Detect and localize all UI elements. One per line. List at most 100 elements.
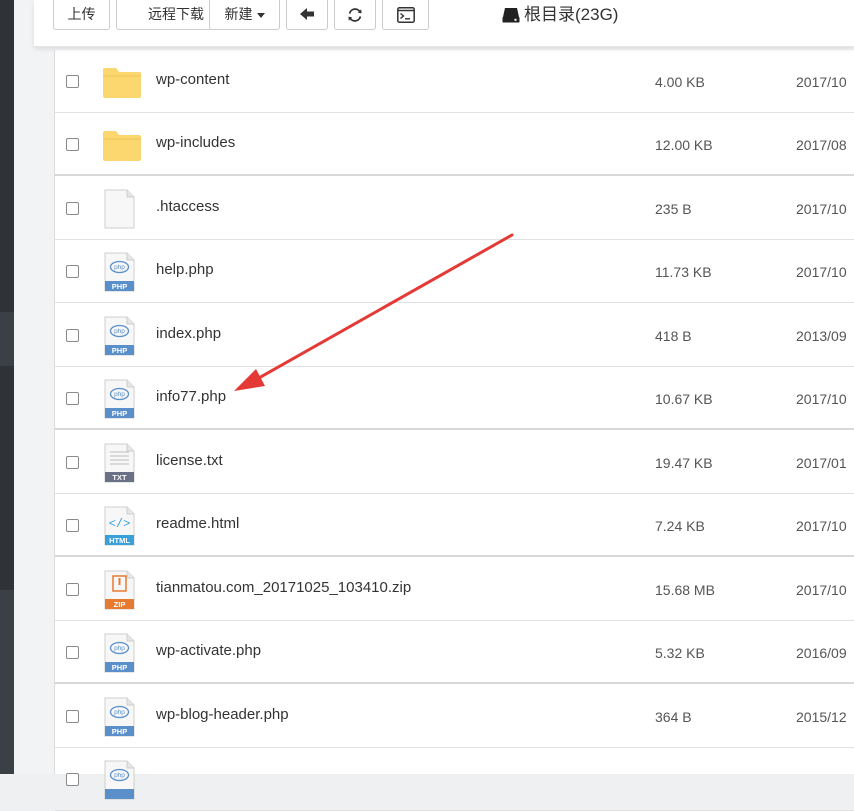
- svg-text:HTML: HTML: [109, 536, 130, 545]
- svg-text:</>: </>: [109, 517, 131, 531]
- folder-icon: [103, 131, 141, 161]
- zip-file-icon: ZIP: [104, 570, 135, 610]
- file-row[interactable]: ZIP tianmatou.com_20171025_103410.zip 15.6…: [55, 558, 854, 621]
- file-date: 2017/10: [796, 518, 847, 534]
- svg-text:php: php: [114, 264, 125, 271]
- file-row[interactable]: TXT license.txt 19.47 KB 2017/01: [55, 431, 854, 494]
- file-name[interactable]: help.php: [156, 261, 214, 278]
- php-file-icon: php PHP: [104, 697, 135, 737]
- file-date: 2016/09: [796, 645, 847, 661]
- svg-text:php: php: [114, 391, 125, 398]
- file-row[interactable]: php PHP info77.php 10.67 KB 2017/10: [55, 367, 854, 430]
- svg-text:php: php: [114, 709, 125, 716]
- file-size: 4.00 KB: [655, 74, 705, 90]
- file-size: 15.68 MB: [655, 582, 715, 598]
- file-checkbox[interactable]: [66, 75, 79, 88]
- file-date: 2017/10: [796, 264, 847, 280]
- php-file-icon: php PHP: [104, 316, 135, 356]
- sidebar-active-item[interactable]: [0, 312, 14, 366]
- sidebar-edge: [0, 0, 14, 774]
- hdd-icon: [502, 8, 520, 23]
- file-size: 10.67 KB: [655, 391, 713, 407]
- file-name[interactable]: wp-content: [156, 71, 229, 88]
- new-dropdown-button[interactable]: 新建: [209, 0, 280, 30]
- svg-text:php: php: [114, 645, 125, 652]
- file-name[interactable]: wp-blog-header.php: [156, 706, 289, 723]
- file-name[interactable]: readme.html: [156, 515, 239, 532]
- php-file-icon: php PHP: [104, 252, 135, 292]
- file-row[interactable]: php PHP wp-activate.php 5.32 KB 2016/09: [55, 621, 854, 684]
- file-date: 2017/01: [796, 455, 847, 471]
- file-list: wp-content 4.00 KB 2017/10 wp-includes 12.00…: [54, 50, 854, 811]
- svg-text:PHP: PHP: [112, 409, 127, 418]
- file-row[interactable]: php PHP help.php 11.73 KB 2017/10: [55, 240, 854, 303]
- file-name[interactable]: info77.php: [156, 388, 226, 405]
- file-checkbox[interactable]: [66, 519, 79, 532]
- file-name[interactable]: tianmatou.com_20171025_103410.zip: [156, 579, 411, 596]
- file-checkbox[interactable]: [66, 710, 79, 723]
- file-checkbox[interactable]: [66, 329, 79, 342]
- terminal-button[interactable]: [382, 0, 429, 30]
- svg-text:PHP: PHP: [112, 663, 127, 672]
- root-directory-label[interactable]: 根目录(23G): [502, 4, 618, 26]
- file-size: 235 B: [655, 201, 692, 217]
- file-name[interactable]: wp-activate.php: [156, 642, 261, 659]
- file-row[interactable]: wp-content 4.00 KB 2017/10: [55, 50, 854, 113]
- php-file-icon: php PHP: [104, 633, 135, 673]
- refresh-button[interactable]: [334, 0, 376, 30]
- folder-icon: [103, 68, 141, 98]
- file-row[interactable]: php PHP wp-blog-header.php 364 B 2015/12: [55, 685, 854, 748]
- file-name[interactable]: index.php: [156, 325, 221, 342]
- file-row[interactable]: php: [55, 748, 854, 811]
- file-date: 2015/12: [796, 709, 847, 725]
- file-name[interactable]: wp-includes: [156, 134, 235, 151]
- svg-text:php: php: [114, 328, 125, 335]
- file-checkbox[interactable]: [66, 456, 79, 469]
- file-size: 12.00 KB: [655, 137, 713, 153]
- refresh-icon: [348, 8, 362, 22]
- new-label: 新建: [224, 6, 253, 22]
- file-size: 5.32 KB: [655, 645, 705, 661]
- file-checkbox[interactable]: [66, 202, 79, 215]
- blank-file-icon: [104, 189, 135, 229]
- php-file-icon: php: [104, 760, 135, 800]
- file-checkbox[interactable]: [66, 138, 79, 151]
- file-name[interactable]: license.txt: [156, 452, 223, 469]
- file-checkbox[interactable]: [66, 646, 79, 659]
- file-checkbox[interactable]: [66, 265, 79, 278]
- svg-text:php: php: [114, 772, 125, 779]
- caret-down-icon: [256, 12, 265, 18]
- file-checkbox[interactable]: [66, 773, 79, 786]
- svg-text:PHP: PHP: [112, 346, 127, 355]
- file-size: 7.24 KB: [655, 518, 705, 534]
- file-size: 418 B: [655, 328, 692, 344]
- file-checkbox[interactable]: [66, 392, 79, 405]
- file-date: 2017/10: [796, 74, 847, 90]
- html-file-icon: </> HTML: [104, 506, 135, 546]
- svg-text:TXT: TXT: [112, 473, 127, 482]
- file-date: 2017/10: [796, 201, 847, 217]
- php-file-icon: php PHP: [104, 379, 135, 419]
- file-row[interactable]: wp-includes 12.00 KB 2017/08: [55, 113, 854, 176]
- svg-text:PHP: PHP: [112, 282, 127, 291]
- svg-text:PHP: PHP: [112, 727, 127, 736]
- file-size: 11.73 KB: [655, 264, 712, 280]
- terminal-icon: [396, 7, 415, 23]
- file-row[interactable]: </> HTML readme.html 7.24 KB 2017/10: [55, 494, 854, 557]
- file-date: 2017/10: [796, 391, 847, 407]
- file-size: 364 B: [655, 709, 692, 725]
- file-date: 2017/10: [796, 582, 847, 598]
- txt-file-icon: TXT: [104, 443, 135, 483]
- file-row[interactable]: php PHP index.php 418 B 2013/09: [55, 304, 854, 367]
- file-row[interactable]: .htaccess 235 B 2017/10: [55, 177, 854, 240]
- file-date: 2017/08: [796, 137, 847, 153]
- file-checkbox[interactable]: [66, 583, 79, 596]
- file-size: 19.47 KB: [655, 455, 713, 471]
- svg-text:ZIP: ZIP: [114, 600, 126, 609]
- root-directory-text: 根目录(23G): [524, 5, 619, 24]
- upload-button[interactable]: 上传: [53, 0, 110, 30]
- back-button[interactable]: [286, 0, 328, 30]
- file-toolbar: 上传 远程下载 新建 根目录(23G): [34, 0, 854, 47]
- file-date: 2013/09: [796, 328, 847, 344]
- file-name[interactable]: .htaccess: [156, 198, 219, 215]
